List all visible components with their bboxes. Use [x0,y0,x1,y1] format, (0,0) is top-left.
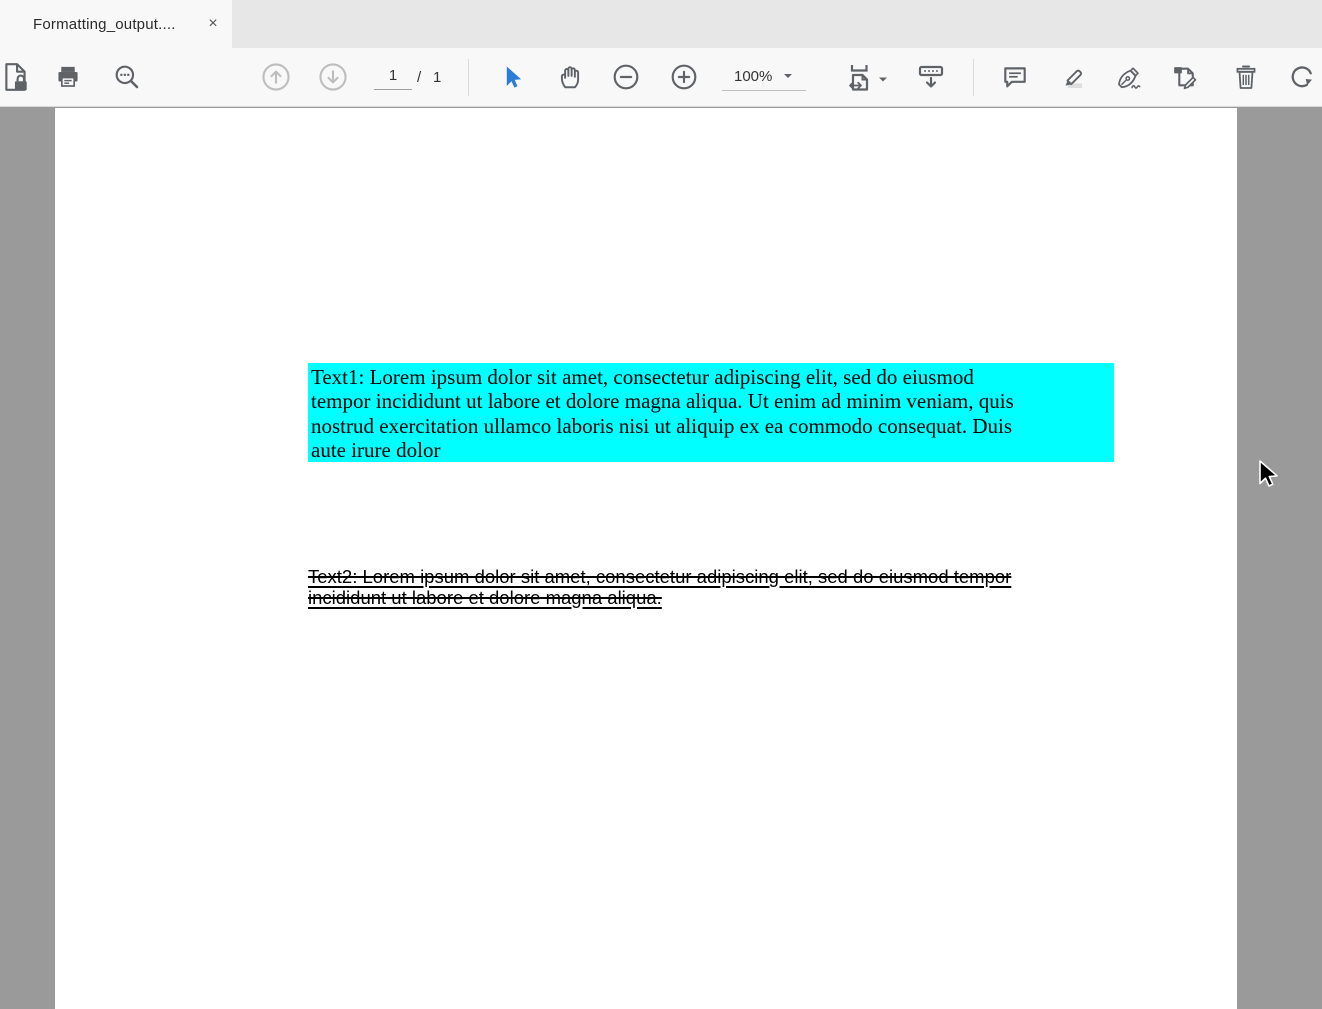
minus-circle-icon [612,63,640,91]
text1-line: Text1: Lorem ipsum dolor sit amet, conse… [311,365,1114,389]
arrow-down-circle-icon [319,63,348,92]
signature-pen-icon [1114,64,1144,91]
zoom-level-dropdown[interactable]: 100% [722,62,806,91]
tab-title: Formatting_output.... [33,16,176,33]
page-total: 1 [433,48,441,107]
text2-line: incididunt ut labore et dolore magna ali… [308,587,662,608]
arrow-up-circle-icon [262,63,291,92]
highlighter-icon [1057,64,1087,91]
mouse-cursor [1254,459,1280,496]
edit-page-button[interactable] [1171,63,1200,92]
toolbar-collapse-icon [916,63,946,91]
chevron-down-icon [784,74,792,78]
document-canvas[interactable]: Text1: Lorem ipsum dolor sit amet, conse… [0,108,1322,1009]
delete-button[interactable] [1232,62,1260,92]
select-tool-button[interactable] [500,64,525,90]
toolbar: / 1 100% [0,48,1322,107]
plus-circle-icon [670,63,698,91]
next-page-button[interactable] [319,63,348,92]
previous-page-button[interactable] [262,63,291,92]
toolbar-divider [468,59,469,96]
zoom-in-button[interactable] [670,63,698,91]
page-number-input[interactable] [374,62,412,90]
tab-bar: Formatting_output.... × [0,0,1322,48]
chevron-down-icon [879,77,887,81]
select-cursor-icon [500,64,525,90]
hide-toolbar-button[interactable] [916,63,946,91]
save-locked-button[interactable] [2,62,30,92]
trash-icon [1232,62,1260,92]
highlighted-paragraph: Text1: Lorem ipsum dolor sit amet, conse… [308,363,1114,462]
text1-line: nostrud exercitation ullamco laboris nis… [311,414,1114,438]
fit-width-icon [845,62,875,93]
text1-line: aute irure dolor [311,438,1114,462]
print-button[interactable] [55,64,82,91]
zoom-out-button[interactable] [612,63,640,91]
page-separator: / [417,48,421,107]
search-icon [113,63,141,91]
print-icon [55,64,82,91]
text1-line: tempor incididunt ut labore et dolore ma… [311,389,1114,413]
hand-icon [557,64,584,91]
search-button[interactable] [113,63,141,91]
highlight-button[interactable] [1057,64,1087,91]
rotate-button[interactable] [1289,64,1316,91]
text2-line: Text2: Lorem ipsum dolor sit amet, conse… [308,566,1011,587]
edit-page-icon [1171,63,1200,92]
strikethrough-paragraph: Text2: Lorem ipsum dolor sit amet, conse… [308,567,1011,608]
document-lock-icon [2,62,30,92]
cursor-arrow-icon [1254,459,1280,491]
comment-button[interactable] [1001,64,1029,90]
comment-icon [1001,64,1029,90]
tab-close-icon[interactable]: × [202,13,224,35]
hand-tool-button[interactable] [557,64,584,91]
fit-width-dropdown[interactable] [845,62,887,93]
document-tab[interactable]: Formatting_output.... × [0,0,232,48]
rotate-icon [1289,64,1316,91]
toolbar-divider [973,59,974,96]
zoom-level-value: 100% [734,68,772,85]
pdf-page[interactable]: Text1: Lorem ipsum dolor sit amet, conse… [55,108,1237,1009]
sign-button[interactable] [1114,64,1144,91]
